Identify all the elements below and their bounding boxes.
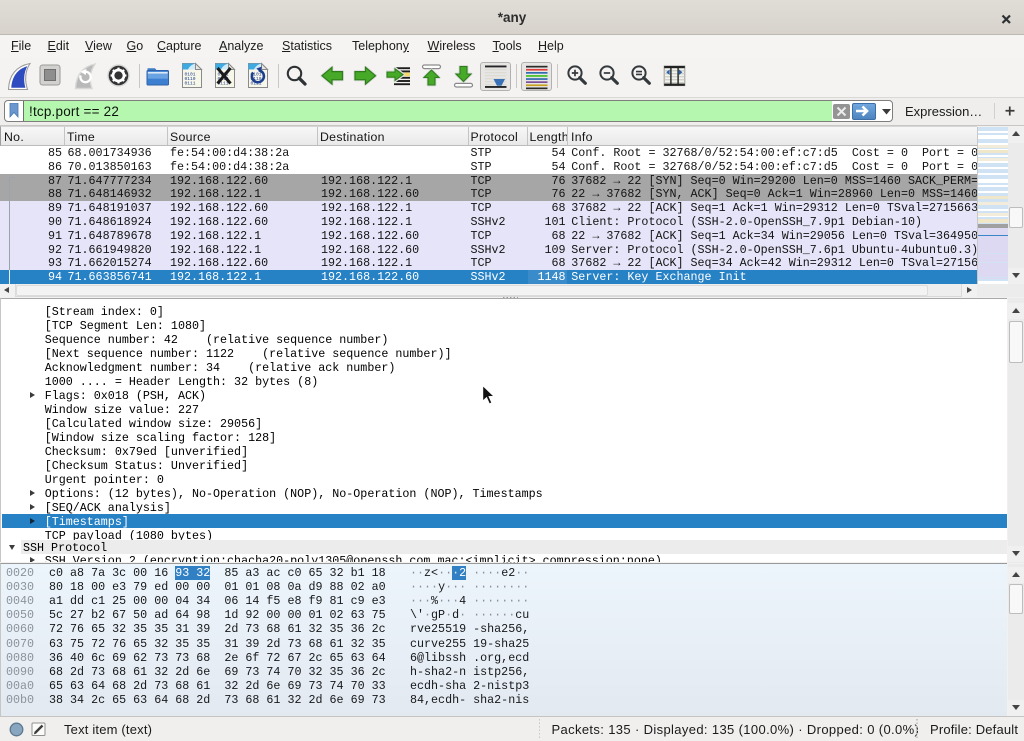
svg-text:0111: 0111 bbox=[185, 81, 196, 87]
